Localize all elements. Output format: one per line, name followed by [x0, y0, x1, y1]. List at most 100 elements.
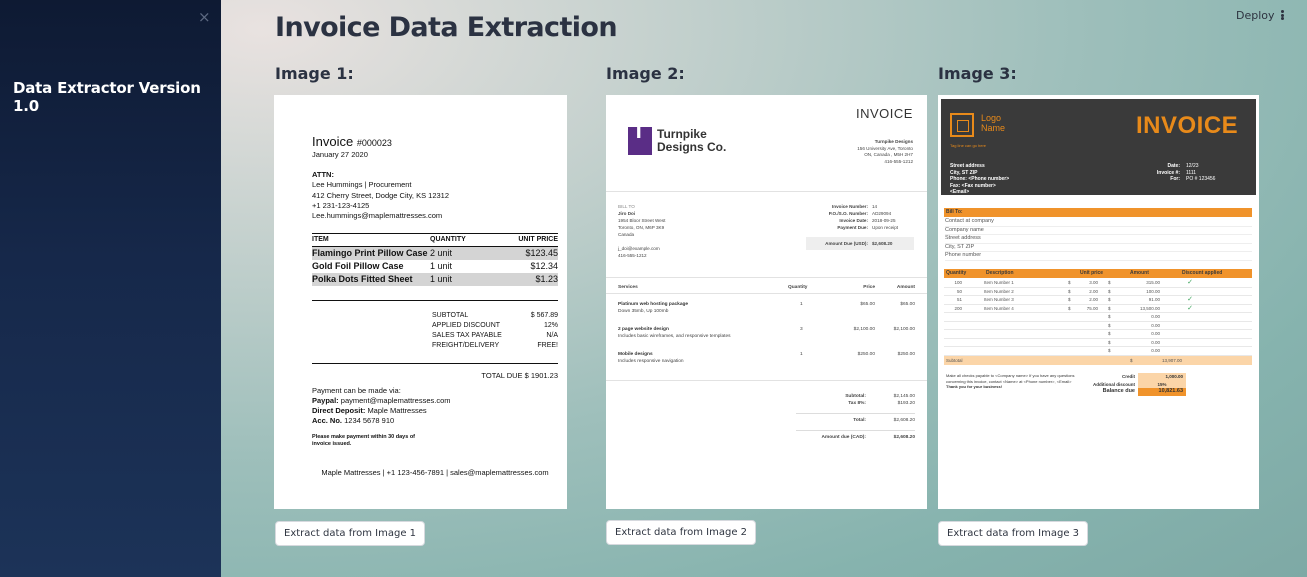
- cell-unit: 2.00: [1089, 297, 1098, 302]
- item-qty: 1 unit: [430, 273, 500, 287]
- cell-disc: ✓: [1187, 279, 1193, 286]
- summary-row: SALES TAX PAYABLE N/A: [432, 332, 558, 340]
- invoice-3-title: INVOICE: [1136, 112, 1239, 139]
- cell-qty: 51: [956, 297, 962, 302]
- cell-amount-dollar: $: [1108, 297, 1111, 302]
- logo-placeholder-icon: [950, 113, 974, 137]
- table-row: 200 Item Number 4 $75.00 $13,500.00 ✓: [944, 305, 1252, 313]
- image-3-heading: Image 3:: [938, 64, 1017, 83]
- cell-amount: 315.00: [1146, 280, 1160, 285]
- invoice-2-company: Turnpike Designs Co.: [657, 127, 727, 154]
- close-sidebar-icon[interactable]: ×: [198, 8, 211, 26]
- table-row: Platinum web hosting package Down 35mb, U…: [618, 302, 915, 314]
- deploy-button[interactable]: Deploy: [1236, 9, 1275, 22]
- invoice-3-tagline: Tag line can go here: [950, 143, 987, 148]
- cell-desc: Item Number 4: [984, 305, 1014, 311]
- table-row: Mobile designs Includes responsive naviga…: [618, 352, 915, 364]
- cell-amount: 0.00: [1151, 322, 1160, 328]
- cell-unit: [1078, 313, 1108, 321]
- divider: [606, 191, 927, 192]
- extract-image-1-button[interactable]: Extract data from Image 1: [275, 521, 426, 546]
- invoice-3-rows: 100 Item Number 1 $3.00 $315.00 ✓ 50 Item Numb…: [944, 279, 1252, 356]
- cell-qty: 50: [956, 288, 962, 294]
- invoice-3-bill-to: Contact at company Company name Street a…: [945, 218, 1252, 261]
- item-name: Polka Dots Fitted Sheet: [312, 273, 430, 287]
- invoice-3-meta: Date: 12/23 Invoice #: 1111 For: PO # 12345…: [1156, 163, 1216, 182]
- item-name: Flamingo Print Pillow Case: [312, 246, 430, 261]
- image-2-heading: Image 2:: [606, 64, 685, 83]
- cell-desc: [974, 330, 1068, 338]
- cell-unit-dollar: $: [1068, 297, 1071, 302]
- cell-desc: [974, 322, 1068, 330]
- cell-amount-dollar: $: [1108, 322, 1111, 328]
- extract-image-3-button[interactable]: Extract data from Image 3: [938, 521, 1089, 546]
- cell-desc: [974, 347, 1068, 355]
- invoice-image-3: Logo Name Tag line can go here INVOICE S…: [938, 95, 1259, 509]
- cell-unit: 75.00: [1086, 305, 1098, 311]
- summary-row: APPLIED DISCOUNT 12%: [432, 322, 558, 330]
- invoice-3-bill-to-label: Bill To:: [944, 208, 1252, 217]
- item-price: $123.45: [500, 246, 558, 261]
- cell-desc: [974, 339, 1068, 347]
- invoice-1-title: Invoice: [312, 134, 354, 149]
- cell-unit: 2.00: [1089, 288, 1098, 294]
- cell-qty: [944, 313, 974, 321]
- summary-row: FREIGHT/DELIVERY FREE!: [432, 342, 558, 350]
- invoice-3-header-band: Logo Name Tag line can go here INVOICE S…: [941, 99, 1256, 195]
- invoice-1-number: #000023: [356, 138, 392, 148]
- table-row: Polka Dots Fitted Sheet 1 unit $1.23: [312, 273, 558, 287]
- item-price: $12.34: [530, 261, 558, 272]
- invoice-image-2: INVOICE Turnpike Designs Co. Turnpike De…: [606, 95, 927, 509]
- cell-amount-dollar: $: [1108, 280, 1111, 285]
- cell-desc: Item Number 2: [984, 288, 1014, 294]
- cell-unit: [1078, 330, 1108, 338]
- turnpike-logo-icon: [628, 127, 652, 155]
- table-row: 51 Item Number 3 $2.00 $91.00 ✓: [944, 296, 1252, 305]
- deposit-line: Direct Deposit: Maple Mattresses: [312, 406, 427, 416]
- cell-disc: [1160, 339, 1220, 347]
- cell-amount-dollar: $: [1108, 348, 1111, 353]
- extract-image-2-button[interactable]: Extract data from Image 2: [606, 520, 757, 545]
- divider: [606, 293, 927, 294]
- vertical-dots-icon[interactable]: [1278, 8, 1286, 22]
- invoice-1-footer: Maple Mattresses | +1 123-456-7891 | sal…: [321, 468, 549, 478]
- cell-desc: Item Number 3: [984, 297, 1014, 302]
- divider: [312, 300, 558, 302]
- invoice-2-meta: Invoice Number: 14 P.O./S.O. Number: AD290…: [806, 203, 914, 250]
- cell-qty: [944, 347, 974, 355]
- cell-unit: [1078, 347, 1108, 355]
- cell-qty: 100: [954, 280, 962, 285]
- cell-disc: [1160, 313, 1220, 321]
- invoice-3-address: Street address City, ST ZIP Phone: <Phon…: [950, 163, 1010, 195]
- cell-amount: 100.00: [1146, 288, 1160, 294]
- cell-amount-dollar: $: [1108, 288, 1111, 294]
- cell-amount: 0.00: [1151, 331, 1160, 336]
- sidebar-title: Data Extractor Version 1.0: [13, 79, 201, 115]
- cell-qty: [944, 322, 974, 330]
- paypal-line: Paypal: payment@maplemattresses.com: [312, 395, 451, 405]
- invoice-3-logo-text: Logo Name: [981, 113, 1006, 133]
- cell-amount-dollar: $: [1108, 339, 1111, 345]
- cell-unit-dollar: [1068, 339, 1078, 347]
- invoice-1-total-due: TOTAL DUE $ 1901.23: [481, 371, 558, 381]
- cell-unit-dollar: $: [1068, 280, 1071, 285]
- sidebar: × Data Extractor Version 1.0: [0, 0, 221, 577]
- divider: [606, 380, 927, 381]
- table-row: $0.00: [944, 313, 1252, 322]
- invoice-1-attn-line: 412 Cherry Street, Dodge City, KS 12312: [312, 190, 450, 200]
- table-row: 2 page website design Includes basic wire…: [618, 327, 915, 339]
- cell-desc: Item Number 1: [984, 280, 1014, 285]
- cell-unit-dollar: [1068, 322, 1078, 330]
- account-line: Acc. No. 1234 5678 910: [312, 416, 395, 426]
- invoice-1-date: January 27 2020: [312, 150, 368, 159]
- invoice-3-balance: Credit 1,000.00 Additional discount 15% Ba…: [1078, 373, 1188, 396]
- cell-qty: 200: [954, 305, 962, 311]
- invoice-2-services: Platinum web hosting package Down 35mb, U…: [618, 301, 915, 376]
- image-1-heading: Image 1:: [275, 64, 354, 83]
- cell-unit-dollar: $: [1068, 288, 1071, 294]
- cell-disc: ✓: [1187, 296, 1193, 303]
- summary-row: SUBTOTAL $ 567.89: [432, 312, 558, 320]
- invoice-3-table-header: Quantity Description Unit price Amount D…: [944, 269, 1252, 278]
- cell-unit: [1078, 339, 1108, 347]
- invoice-1-attn-line: Lee.hummings@maplemattresses.com: [312, 211, 443, 221]
